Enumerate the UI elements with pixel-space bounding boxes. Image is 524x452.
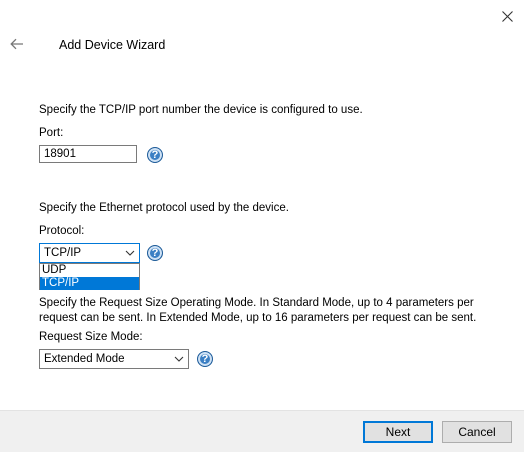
close-button[interactable] — [497, 6, 517, 26]
chevron-down-icon — [125, 250, 135, 256]
request-size-select[interactable]: Extended Mode — [39, 349, 189, 369]
help-icon: ? — [201, 353, 209, 365]
port-description: Specify the TCP/IP port number the devic… — [39, 104, 363, 116]
request-size-help-button[interactable]: ? — [197, 351, 213, 367]
protocol-dropdown-list: UDP TCP/IP — [39, 263, 140, 290]
port-help-button[interactable]: ? — [147, 147, 163, 163]
port-label: Port: — [39, 127, 64, 139]
request-size-selected-value: Extended Mode — [44, 353, 125, 365]
protocol-help-button[interactable]: ? — [147, 245, 163, 261]
protocol-selected-value: TCP/IP — [44, 247, 82, 259]
protocol-option-tcpip[interactable]: TCP/IP — [40, 277, 139, 290]
back-arrow-icon — [10, 38, 23, 50]
cancel-button[interactable]: Cancel — [442, 421, 512, 443]
wizard-title: Add Device Wizard — [59, 38, 166, 52]
close-icon — [501, 10, 513, 22]
request-description-line2: request can be sent. In Extended Mode, u… — [39, 312, 477, 324]
protocol-label: Protocol: — [39, 225, 85, 237]
protocol-description: Specify the Ethernet protocol used by th… — [39, 202, 289, 214]
help-icon: ? — [151, 247, 159, 259]
back-button[interactable] — [8, 36, 26, 52]
chevron-down-icon — [174, 356, 184, 362]
port-input[interactable] — [39, 145, 137, 163]
next-button[interactable]: Next — [363, 421, 433, 443]
request-description-line1: Specify the Request Size Operating Mode.… — [39, 297, 474, 309]
protocol-option-udp[interactable]: UDP — [40, 264, 139, 277]
protocol-select[interactable]: TCP/IP — [39, 243, 140, 263]
request-size-label: Request Size Mode: — [39, 331, 143, 343]
help-icon: ? — [151, 149, 159, 161]
